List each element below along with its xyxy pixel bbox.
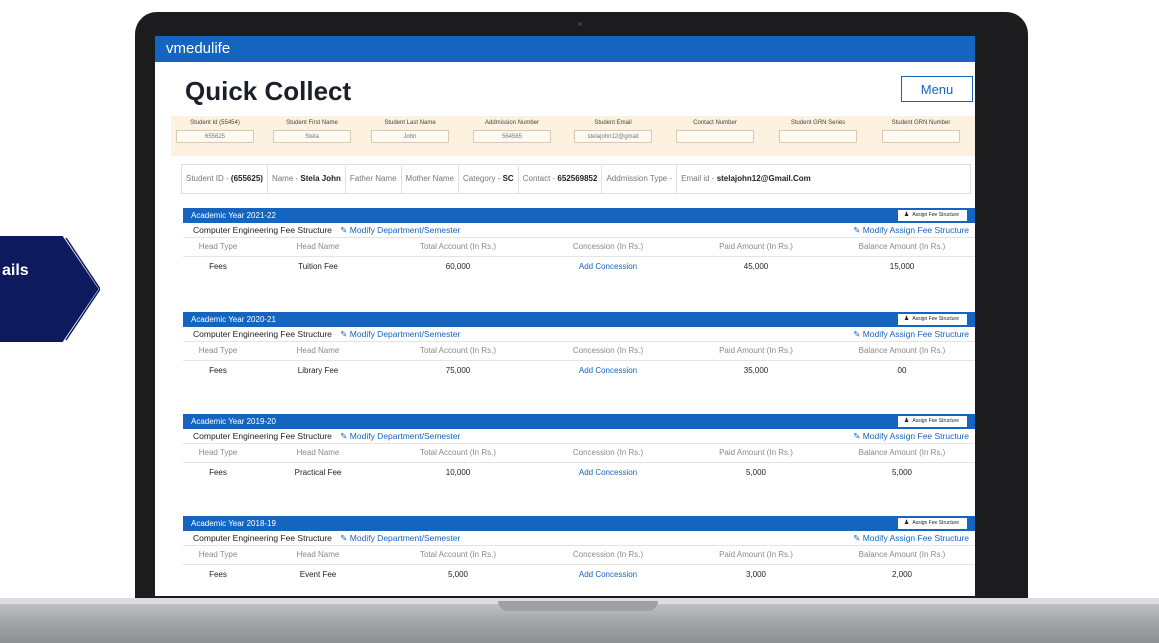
student-search-panel: Student Id (55454) 655625 Student First …: [171, 116, 975, 156]
pencil-icon: ✎: [340, 533, 348, 543]
academic-year-header: Academic Year 2019-20 ♟ Assign Fee Struct…: [183, 414, 975, 429]
info-student-id: Student ID - (655625): [182, 164, 268, 194]
fee-table-header: Head Type Head Name Total Account (In Rs.)…: [183, 444, 975, 463]
academic-year-header: Academic Year 2018-19 ♟ Assign Fee Struct…: [183, 516, 975, 531]
fee-structure-name: Computer Engineering Fee Structure: [193, 431, 332, 441]
info-mother-name: Mother Name: [402, 164, 460, 194]
search-field: Student Id (55454) 655625: [171, 120, 259, 143]
fee-table-header: Head Type Head Name Total Account (In Rs.)…: [183, 342, 975, 361]
search-field: Student Last Name John: [366, 120, 454, 143]
fee-table-header: Head Type Head Name Total Account (In Rs.)…: [183, 238, 975, 257]
info-category: Category - SC: [459, 164, 519, 194]
pencil-icon: ✎: [340, 329, 348, 339]
search-field-label: Addmission Number: [484, 120, 540, 126]
search-field-label: Student Last Name: [384, 120, 436, 126]
assign-fee-structure-button[interactable]: ♟ Assign Fee Structure: [897, 416, 967, 427]
search-field-label: Student Email: [594, 120, 632, 126]
first-name-input[interactable]: Stela: [273, 130, 351, 143]
last-name-input[interactable]: John: [371, 130, 449, 143]
add-concession-link[interactable]: Add Concession: [533, 463, 683, 483]
pencil-icon: ✎: [853, 533, 861, 543]
search-field: Student First Name Stela: [268, 120, 356, 143]
page-title: Quick Collect: [185, 76, 352, 106]
pencil-icon: ✎: [853, 225, 861, 235]
table-row: Fees Practical Fee 10,000 Add Concession 5,0…: [183, 463, 975, 483]
app-header: vmedulife: [155, 36, 975, 62]
laptop-screen: vmedulife Quick Collect Menu Student Id …: [155, 36, 975, 596]
modify-department-link[interactable]: ✎ Modify Department/Semester: [340, 533, 460, 543]
academic-year-title: Academic Year 2020-21: [191, 315, 276, 324]
academic-year-card: Academic Year 2020-21 ♟ Assign Fee Struct…: [183, 312, 975, 381]
grn-series-input[interactable]: [779, 130, 857, 143]
fee-structure-row: Computer Engineering Fee Structure ✎ Mod…: [183, 223, 975, 238]
search-field-label: Student Id (55454): [190, 120, 240, 126]
fee-structure-row: Computer Engineering Fee Structure ✎ Mod…: [183, 327, 975, 342]
info-email: Email id - stelajohn12@Gmail.Com: [681, 174, 811, 183]
camera-dot: [578, 22, 582, 26]
admission-number-input[interactable]: 564565: [473, 130, 551, 143]
fee-structure-name: Computer Engineering Fee Structure: [193, 225, 332, 235]
brand-name: vmedulife: [166, 40, 231, 57]
pencil-icon: ✎: [853, 329, 861, 339]
table-row: Fees Library Fee 75,000 Add Concession 35,00…: [183, 361, 975, 381]
info-father-name: Father Name: [346, 164, 402, 194]
search-field: Student GRN Series: [774, 120, 862, 143]
menu-button[interactable]: Menu: [901, 76, 973, 102]
student-info-bar: Student ID - (655625) Name - Stela John …: [181, 164, 971, 194]
fee-structure-name: Computer Engineering Fee Structure: [193, 533, 332, 543]
academic-year-header: Academic Year 2020-21 ♟ Assign Fee Struct…: [183, 312, 975, 327]
modify-assign-fee-link[interactable]: ✎ Modify Assign Fee Structure: [853, 223, 969, 237]
add-concession-link[interactable]: Add Concession: [533, 361, 683, 381]
search-field: Student GRN Number: [877, 120, 965, 143]
chevron-badge-shape: [0, 236, 100, 342]
academic-year-card: Academic Year 2021-22 ♟ Assign Fee Struct…: [183, 208, 975, 277]
info-contact: Contact - 652569852: [519, 164, 603, 194]
search-field-label: Student GRN Number: [891, 120, 951, 126]
search-field-label: Student First Name: [286, 120, 338, 126]
academic-year-title: Academic Year 2021-22: [191, 211, 276, 220]
assign-fee-structure-button[interactable]: ♟ Assign Fee Structure: [897, 210, 967, 221]
pencil-icon: ✎: [340, 225, 348, 235]
modify-assign-fee-link[interactable]: ✎ Modify Assign Fee Structure: [853, 327, 969, 341]
user-plus-icon: ♟: [903, 418, 910, 424]
academic-year-card: Academic Year 2018-19 ♟ Assign Fee Struct…: [183, 516, 975, 585]
laptop-notch: [498, 601, 658, 611]
user-plus-icon: ♟: [903, 212, 910, 218]
fee-structure-name: Computer Engineering Fee Structure: [193, 329, 332, 339]
search-field-label: Student GRN Series: [790, 120, 846, 126]
grn-number-input[interactable]: [882, 130, 960, 143]
modify-department-link[interactable]: ✎ Modify Department/Semester: [340, 431, 460, 441]
academic-year-card: Academic Year 2019-20 ♟ Assign Fee Struct…: [183, 414, 975, 483]
search-field: Contact Number: [671, 120, 759, 143]
table-row: Fees Tuition Fee 60,000 Add Concession 45,00…: [183, 257, 975, 277]
search-field-label: Contact Number: [693, 120, 737, 126]
add-concession-link[interactable]: Add Concession: [533, 257, 683, 277]
contact-number-input[interactable]: [676, 130, 754, 143]
info-name: Name - Stela John: [268, 164, 346, 194]
pencil-icon: ✎: [340, 431, 348, 441]
modify-assign-fee-link[interactable]: ✎ Modify Assign Fee Structure: [853, 531, 969, 545]
side-badge-text: ails: [2, 262, 29, 279]
assign-fee-structure-button[interactable]: ♟ Assign Fee Structure: [897, 314, 967, 325]
fee-structure-row: Computer Engineering Fee Structure ✎ Mod…: [183, 531, 975, 546]
add-concession-link[interactable]: Add Concession: [533, 565, 683, 585]
modify-department-link[interactable]: ✎ Modify Department/Semester: [340, 225, 460, 235]
assign-fee-structure-button[interactable]: ♟ Assign Fee Structure: [897, 518, 967, 529]
fee-structure-row: Computer Engineering Fee Structure ✎ Mod…: [183, 429, 975, 444]
academic-year-title: Academic Year 2019-20: [191, 417, 276, 426]
academic-year-header: Academic Year 2021-22 ♟ Assign Fee Struct…: [183, 208, 975, 223]
student-id-input[interactable]: 655625: [176, 130, 254, 143]
info-admission-type: Addmission Type -: [602, 164, 678, 194]
user-plus-icon: ♟: [903, 316, 910, 322]
table-row: Fees Event Fee 5,000 Add Concession 3,000 2,0…: [183, 565, 975, 585]
academic-year-title: Academic Year 2018-19: [191, 519, 276, 528]
pencil-icon: ✎: [853, 431, 861, 441]
modify-department-link[interactable]: ✎ Modify Department/Semester: [340, 329, 460, 339]
student-email-input[interactable]: stelajohn12@gmail: [574, 130, 652, 143]
fee-table-header: Head Type Head Name Total Account (In Rs.)…: [183, 546, 975, 565]
search-field: Addmission Number 564565: [468, 120, 556, 143]
modify-assign-fee-link[interactable]: ✎ Modify Assign Fee Structure: [853, 429, 969, 443]
user-plus-icon: ♟: [903, 520, 910, 526]
search-field: Student Email stelajohn12@gmail: [569, 120, 657, 143]
